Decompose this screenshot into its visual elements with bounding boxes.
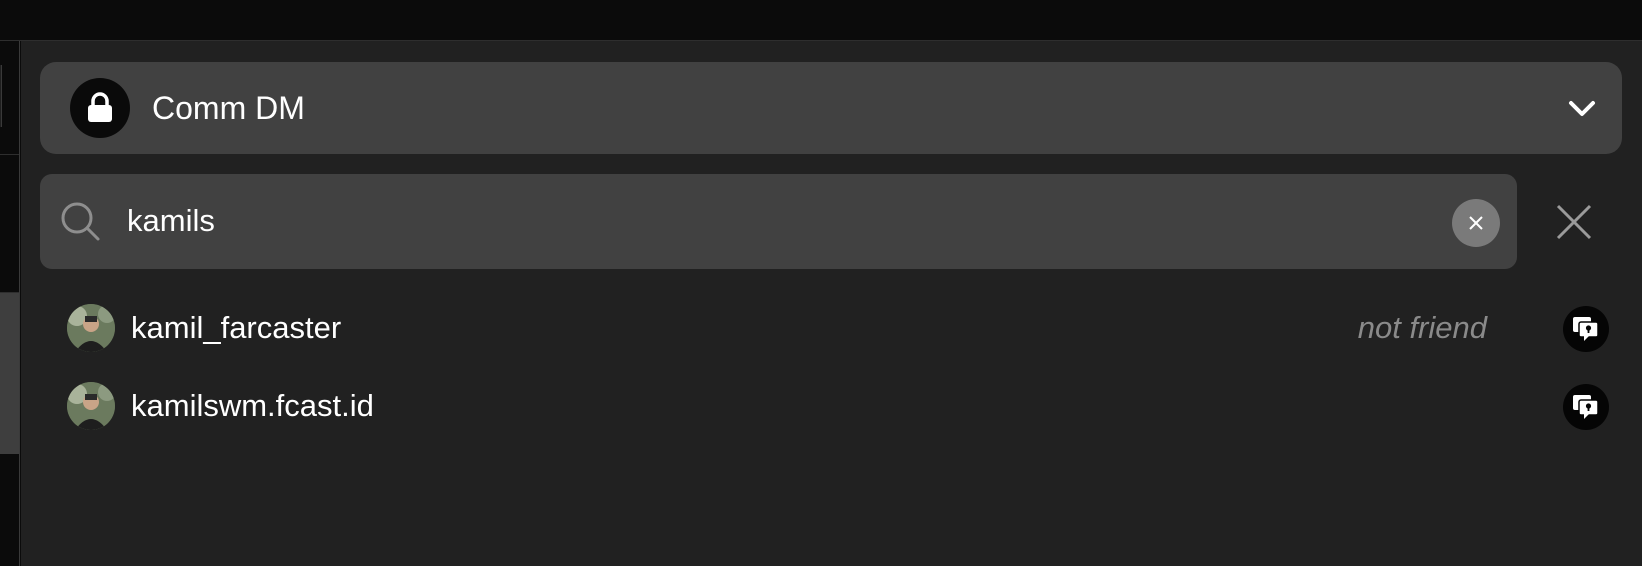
compose-panel: Comm DM kamils kamil_farcaster not frien… — [21, 41, 1642, 566]
search-icon — [61, 202, 100, 241]
dm-chat-icon — [1573, 317, 1599, 341]
sidebar-selected-item[interactable] — [0, 293, 19, 454]
close-icon[interactable] — [1555, 203, 1593, 241]
avatar — [67, 304, 115, 352]
dm-chat-icon — [1573, 395, 1599, 419]
window-top-bar — [0, 0, 1642, 41]
clear-search-button[interactable] — [1452, 199, 1500, 247]
clear-icon — [1469, 216, 1483, 230]
friend-status: not friend — [1357, 310, 1487, 345]
chevron-down-icon[interactable] — [1566, 92, 1598, 124]
thread-type-selector[interactable]: Comm DM — [40, 62, 1622, 154]
lock-icon — [70, 78, 130, 138]
result-username: kamilswm.fcast.id — [131, 388, 374, 423]
search-result-item[interactable]: kamil_farcaster not friend — [67, 304, 1609, 356]
sidebar-edge-control[interactable] — [0, 65, 2, 127]
start-dm-button[interactable] — [1563, 384, 1609, 430]
avatar — [67, 382, 115, 430]
search-result-item[interactable]: kamilswm.fcast.id — [67, 382, 1609, 434]
result-username: kamil_farcaster — [131, 310, 342, 345]
search-input[interactable] — [127, 199, 1377, 243]
start-dm-button[interactable] — [1563, 306, 1609, 352]
left-sidebar-edge — [0, 41, 20, 566]
thread-title: Comm DM — [152, 90, 305, 126]
user-search-box — [40, 174, 1517, 269]
divider — [0, 154, 19, 155]
